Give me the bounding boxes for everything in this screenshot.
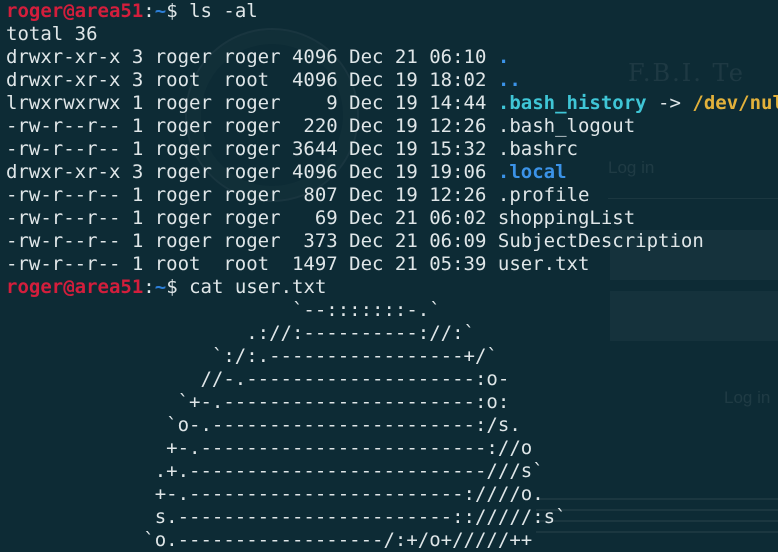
file-name: ..: [497, 69, 521, 91]
listing-row: -rw-r--r-- 1 roger roger 373 Dec 21 06:0…: [6, 230, 778, 253]
file-name: .local: [497, 161, 567, 183]
ascii-art-output: `--:::::::-.` .://:----------://:` `:/:.…: [6, 299, 778, 552]
prompt-user: roger: [6, 276, 64, 298]
file-name: .: [497, 46, 510, 68]
file-metadata: -rw-r--r-- 1 roger roger 220 Dec 19 12:2…: [6, 115, 498, 137]
listing-row: drwxr-xr-x 3 roger roger 4096 Dec 21 06:…: [6, 46, 778, 69]
file-metadata: drwxr-xr-x 3 root root 4096 Dec 19 18:02: [6, 69, 498, 91]
prompt-colon: :: [143, 276, 155, 298]
file-name: user.txt: [497, 253, 590, 275]
file-metadata: drwxr-xr-x 3 roger roger 4096 Dec 21 06:…: [6, 46, 498, 68]
prompt-path: ~: [154, 0, 167, 22]
total-line: total 36: [6, 23, 98, 45]
listing-row: -rw-r--r-- 1 roger roger 69 Dec 21 06:02…: [6, 207, 778, 230]
ascii-art-line: .+.--------------------------///s`: [6, 460, 544, 482]
file-metadata: drwxr-xr-x 3 roger roger 4096 Dec 19 19:…: [6, 161, 498, 183]
file-name: .bashrc: [497, 138, 578, 160]
prompt-line-ls: roger@area51:~$ ls -al: [6, 0, 778, 23]
ascii-art-line: `--:::::::-.`: [6, 299, 441, 321]
directory-listing: drwxr-xr-x 3 roger roger 4096 Dec 21 06:…: [6, 46, 778, 276]
symlink-arrow: ->: [646, 92, 693, 114]
terminal-output[interactable]: roger@area51:~$ ls -al total 36 drwxr-xr…: [6, 0, 778, 552]
file-name: shoppingList: [497, 207, 636, 229]
file-name: .bash_history: [497, 92, 647, 114]
listing-row: -rw-r--r-- 1 roger roger 807 Dec 19 12:2…: [6, 184, 778, 207]
file-name: SubjectDescription: [497, 230, 704, 252]
prompt-at: @: [63, 276, 75, 298]
prompt-user: roger: [6, 0, 64, 22]
prompt-colon: :: [143, 0, 155, 22]
ascii-art-line: `:/:.-----------------+/`: [6, 345, 498, 367]
prompt-path: ~: [154, 276, 167, 298]
ascii-art-line: .://:----------://:`: [6, 322, 475, 344]
ascii-art-line: s.------------------------:://///:s`: [6, 506, 567, 528]
ascii-art-line: `+-.----------------------:o:: [6, 391, 510, 413]
listing-row: drwxr-xr-x 3 root root 4096 Dec 19 18:02…: [6, 69, 778, 92]
listing-row: -rw-r--r-- 1 roger roger 220 Dec 19 12:2…: [6, 115, 778, 138]
ascii-art-line: //-.--------------------:o-: [6, 368, 510, 390]
file-metadata: -rw-r--r-- 1 roger roger 69 Dec 21 06:02: [6, 207, 498, 229]
command-text: cat user.txt: [189, 276, 327, 298]
prompt-line-cat: roger@area51:~$ cat user.txt: [6, 276, 778, 299]
file-metadata: -rw-r--r-- 1 roger roger 3644 Dec 19 15:…: [6, 138, 498, 160]
prompt-at: @: [63, 0, 75, 22]
listing-row: -rw-r--r-- 1 roger roger 3644 Dec 19 15:…: [6, 138, 778, 161]
prompt-host: area51: [74, 0, 144, 22]
prompt-host: area51: [74, 276, 144, 298]
listing-row: lrwxrwxrwx 1 roger roger 9 Dec 19 14:44 …: [6, 92, 778, 115]
file-metadata: -rw-r--r-- 1 roger roger 373 Dec 21 06:0…: [6, 230, 498, 252]
listing-row: drwxr-xr-x 3 roger roger 4096 Dec 19 19:…: [6, 161, 778, 184]
ascii-art-line: +-.------------------------:////o.: [6, 483, 544, 505]
listing-row: -rw-r--r-- 1 root root 1497 Dec 21 05:39…: [6, 253, 778, 276]
command-text: ls -al: [189, 0, 258, 22]
prompt-symbol: $: [166, 0, 178, 22]
file-name: .profile: [497, 184, 590, 206]
prompt-symbol: $: [166, 276, 178, 298]
symlink-target: /dev/null: [692, 92, 778, 114]
file-metadata: -rw-r--r-- 1 roger roger 807 Dec 19 12:2…: [6, 184, 498, 206]
ascii-art-line: +-.-------------------------://o: [6, 437, 533, 459]
ascii-art-line: `o-.-----------------------:/s.: [6, 414, 521, 436]
file-name: .bash_logout: [497, 115, 636, 137]
file-metadata: -rw-r--r-- 1 root root 1497 Dec 21 05:39: [6, 253, 498, 275]
file-metadata: lrwxrwxrwx 1 roger roger 9 Dec 19 14:44: [6, 92, 498, 114]
